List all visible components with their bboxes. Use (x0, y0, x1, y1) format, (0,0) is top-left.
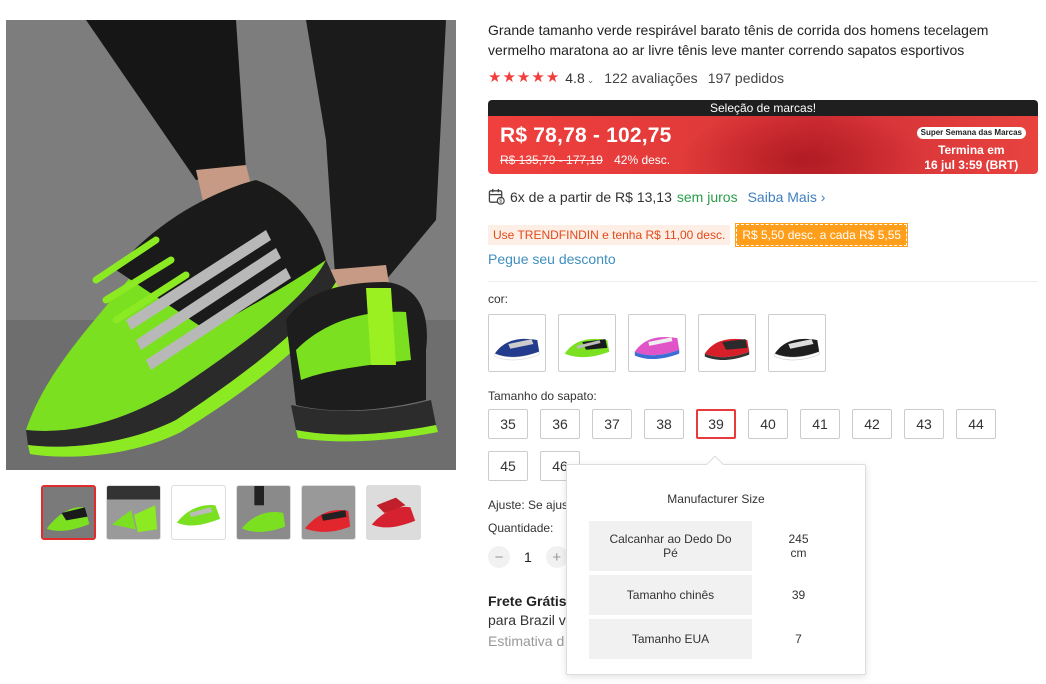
table-cell-value: 39 (791, 588, 806, 602)
original-price-row: R$ 135,79 - 177,19 42% desc. (500, 153, 670, 167)
current-price: R$ 78,78 - 102,75 (500, 124, 672, 147)
thumbnail-2[interactable] (106, 485, 161, 540)
color-label: cor: (488, 292, 509, 306)
ends-time: 16 jul 3:59 (BRT) (924, 158, 1019, 172)
color-option-red[interactable] (698, 314, 756, 372)
price-panel: R$ 78,78 - 102,75 R$ 135,79 - 177,19 42%… (488, 116, 1038, 174)
sneaker-photo (6, 20, 456, 470)
discount-coupon[interactable]: R$ 5,50 desc. a cada R$ 5,55 (735, 223, 909, 247)
table-cell-key: Tamanho chinês (589, 575, 752, 615)
table-row: Tamanho chinês 39 (589, 575, 845, 615)
thumbnail-1[interactable] (41, 485, 96, 540)
thumbnail-strip (41, 485, 421, 540)
color-option-black[interactable] (768, 314, 826, 372)
color-option-green[interactable] (558, 314, 616, 372)
table-cell-key: Calcanhar ao Dedo Do Pé (589, 521, 752, 571)
star-icon: ★ (502, 69, 516, 86)
installments-row: $ 6x de a partir de R$ 13,13 sem juros S… (488, 188, 1038, 205)
star-icon: ★ (488, 69, 502, 86)
chevron-right-icon: › (820, 188, 826, 205)
divider (488, 281, 1038, 282)
star-rating[interactable]: ★ ★ ★ ★ ★ (488, 70, 559, 86)
price-box: Seleção de marcas! R$ 78,78 - 102,75 R$ … (488, 100, 1038, 174)
size-option-45[interactable]: 45 (488, 451, 528, 481)
thumbnail-5[interactable] (301, 485, 356, 540)
ends-label: Termina em (938, 143, 1005, 157)
star-icon: ★ (545, 69, 560, 86)
promo-badge: Super Semana das Marcas (916, 127, 1026, 139)
original-price: R$ 135,79 - 177,19 (500, 153, 603, 167)
table-row: Tamanho EUA 7 (589, 619, 845, 659)
quantity-increase-button[interactable]: + (545, 546, 568, 568)
size-option-35[interactable]: 35 (488, 409, 528, 439)
thumbnail-6[interactable] (366, 485, 421, 540)
promo-countdown: Super Semana das Marcas Termina em 16 ju… (916, 122, 1026, 173)
rating-row: ★ ★ ★ ★ ★ 4.8 ⌄ 122 avaliações 197 pedido… (488, 70, 1038, 87)
thumbnail-3[interactable] (171, 485, 226, 540)
brand-selection-banner: Seleção de marcas! (488, 100, 1038, 116)
popup-title: Manufacturer Size (667, 492, 765, 506)
table-cell-key: Tamanho EUA (589, 619, 752, 659)
quantity-decrease-button[interactable]: − (488, 546, 510, 568)
no-interest-label: sem juros (676, 188, 738, 205)
orders-count: 197 pedidos (707, 70, 784, 86)
size-option-43[interactable]: 43 (904, 409, 944, 439)
star-icon: ★ (516, 69, 531, 86)
discount-percent: 42% desc. (614, 153, 671, 167)
coupon-row: Use TRENDFINDIN e tenha R$ 11,00 desc. R… (488, 223, 1038, 247)
size-option-36[interactable]: 36 (540, 409, 580, 439)
size-option-38[interactable]: 38 (644, 409, 684, 439)
quantity-value[interactable]: 1 (524, 549, 532, 565)
get-discount-link[interactable]: Pegue seu desconto (488, 251, 1038, 267)
store-coupon[interactable]: Use TRENDFINDIN e tenha R$ 11,00 desc. (488, 225, 731, 245)
rating-value[interactable]: 4.8 ⌄ (565, 70, 594, 86)
size-option-41[interactable]: 41 (800, 409, 840, 439)
table-cell-value: 7 (795, 632, 802, 646)
size-option-40[interactable]: 40 (748, 409, 788, 439)
installments-text: 6x de a partir de R$ 13,13 (510, 188, 672, 205)
color-options (488, 314, 1038, 372)
color-option-pink[interactable] (628, 314, 686, 372)
size-option-42[interactable]: 42 (852, 409, 892, 439)
reviews-count[interactable]: 122 avaliações (604, 70, 697, 86)
size-option-39[interactable]: 39 (696, 409, 736, 439)
thumbnail-4[interactable] (236, 485, 291, 540)
ribbon-decoration (678, 116, 928, 174)
size-option-44[interactable]: 44 (956, 409, 996, 439)
color-option-blue[interactable] (488, 314, 546, 372)
calendar-icon: $ (488, 188, 505, 205)
size-option-37[interactable]: 37 (592, 409, 632, 439)
product-title: Grande tamanho verde respirável barato t… (488, 22, 989, 58)
main-product-image[interactable] (6, 20, 456, 470)
table-cell-value: 245 cm (788, 532, 809, 560)
size-info-table: Calcanhar ao Dedo Do Pé 245 cm Tamanho c… (589, 517, 845, 663)
svg-text:$: $ (499, 199, 502, 205)
promo-ends: Termina em 16 jul 3:59 (BRT) (917, 143, 1026, 173)
star-icon: ★ (531, 69, 545, 86)
learn-more-link[interactable]: Saiba Mais › (748, 189, 826, 205)
chevron-down-icon: ⌄ (586, 75, 595, 85)
size-label: Tamanho do sapato: (488, 389, 597, 403)
table-row: Calcanhar ao Dedo Do Pé 245 cm (589, 521, 845, 571)
size-info-popup: Manufacturer Size Calcanhar ao Dedo Do P… (566, 455, 866, 675)
